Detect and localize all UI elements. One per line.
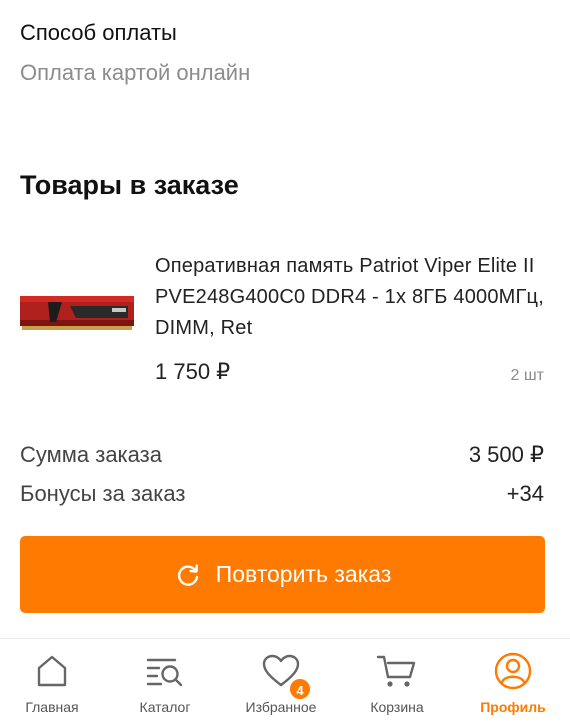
catalog-search-icon — [146, 658, 183, 687]
order-bonus-label: Бонусы за заказ — [20, 481, 186, 506]
nav-item-catalog[interactable]: Каталог — [110, 639, 220, 727]
order-items-heading: Товары в заказе — [20, 170, 239, 200]
repeat-order-button[interactable]: Повторить заказ — [20, 536, 545, 613]
nav-item-favorites[interactable]: 4 Избранное — [226, 639, 336, 727]
nav-item-home[interactable]: Главная — [0, 639, 107, 727]
nav-label-cart: Корзина — [370, 699, 424, 715]
favorites-count-badge: 4 — [288, 677, 312, 701]
nav-label-catalog: Каталог — [139, 699, 191, 715]
nav-label-profile: Профиль — [480, 699, 546, 715]
product-name[interactable]: Оперативная память Patriot Viper Elite I… — [155, 251, 550, 344]
nav-label-favorites: Избранное — [245, 699, 317, 715]
order-total-row: Сумма заказа 3 500 ₽ — [20, 442, 544, 472]
nav-label-home: Главная — [25, 699, 79, 715]
payment-method-title: Способ оплаты — [20, 20, 177, 45]
nav-item-profile[interactable]: Профиль — [458, 639, 568, 727]
home-icon — [37, 655, 67, 687]
product-image — [20, 296, 134, 330]
nav-item-cart[interactable]: Корзина — [342, 639, 452, 727]
order-total-value: 3 500 ₽ — [468, 442, 544, 467]
order-bonus-row: Бонусы за заказ +34 — [20, 481, 544, 511]
payment-method-value: Оплата картой онлайн — [20, 60, 251, 85]
product-price: 1 750 ₽ — [155, 359, 231, 384]
repeat-order-label: Повторить заказ — [215, 561, 392, 587]
refresh-icon — [177, 563, 198, 586]
cart-icon — [376, 655, 416, 687]
order-bonus-value: +34 — [506, 481, 544, 506]
order-total-label: Сумма заказа — [20, 442, 162, 467]
profile-icon — [494, 652, 532, 690]
bottom-navigation: Главная Каталог 4 Избранное Корзина Проф… — [0, 638, 570, 727]
product-quantity: 2 шт — [510, 367, 544, 384]
